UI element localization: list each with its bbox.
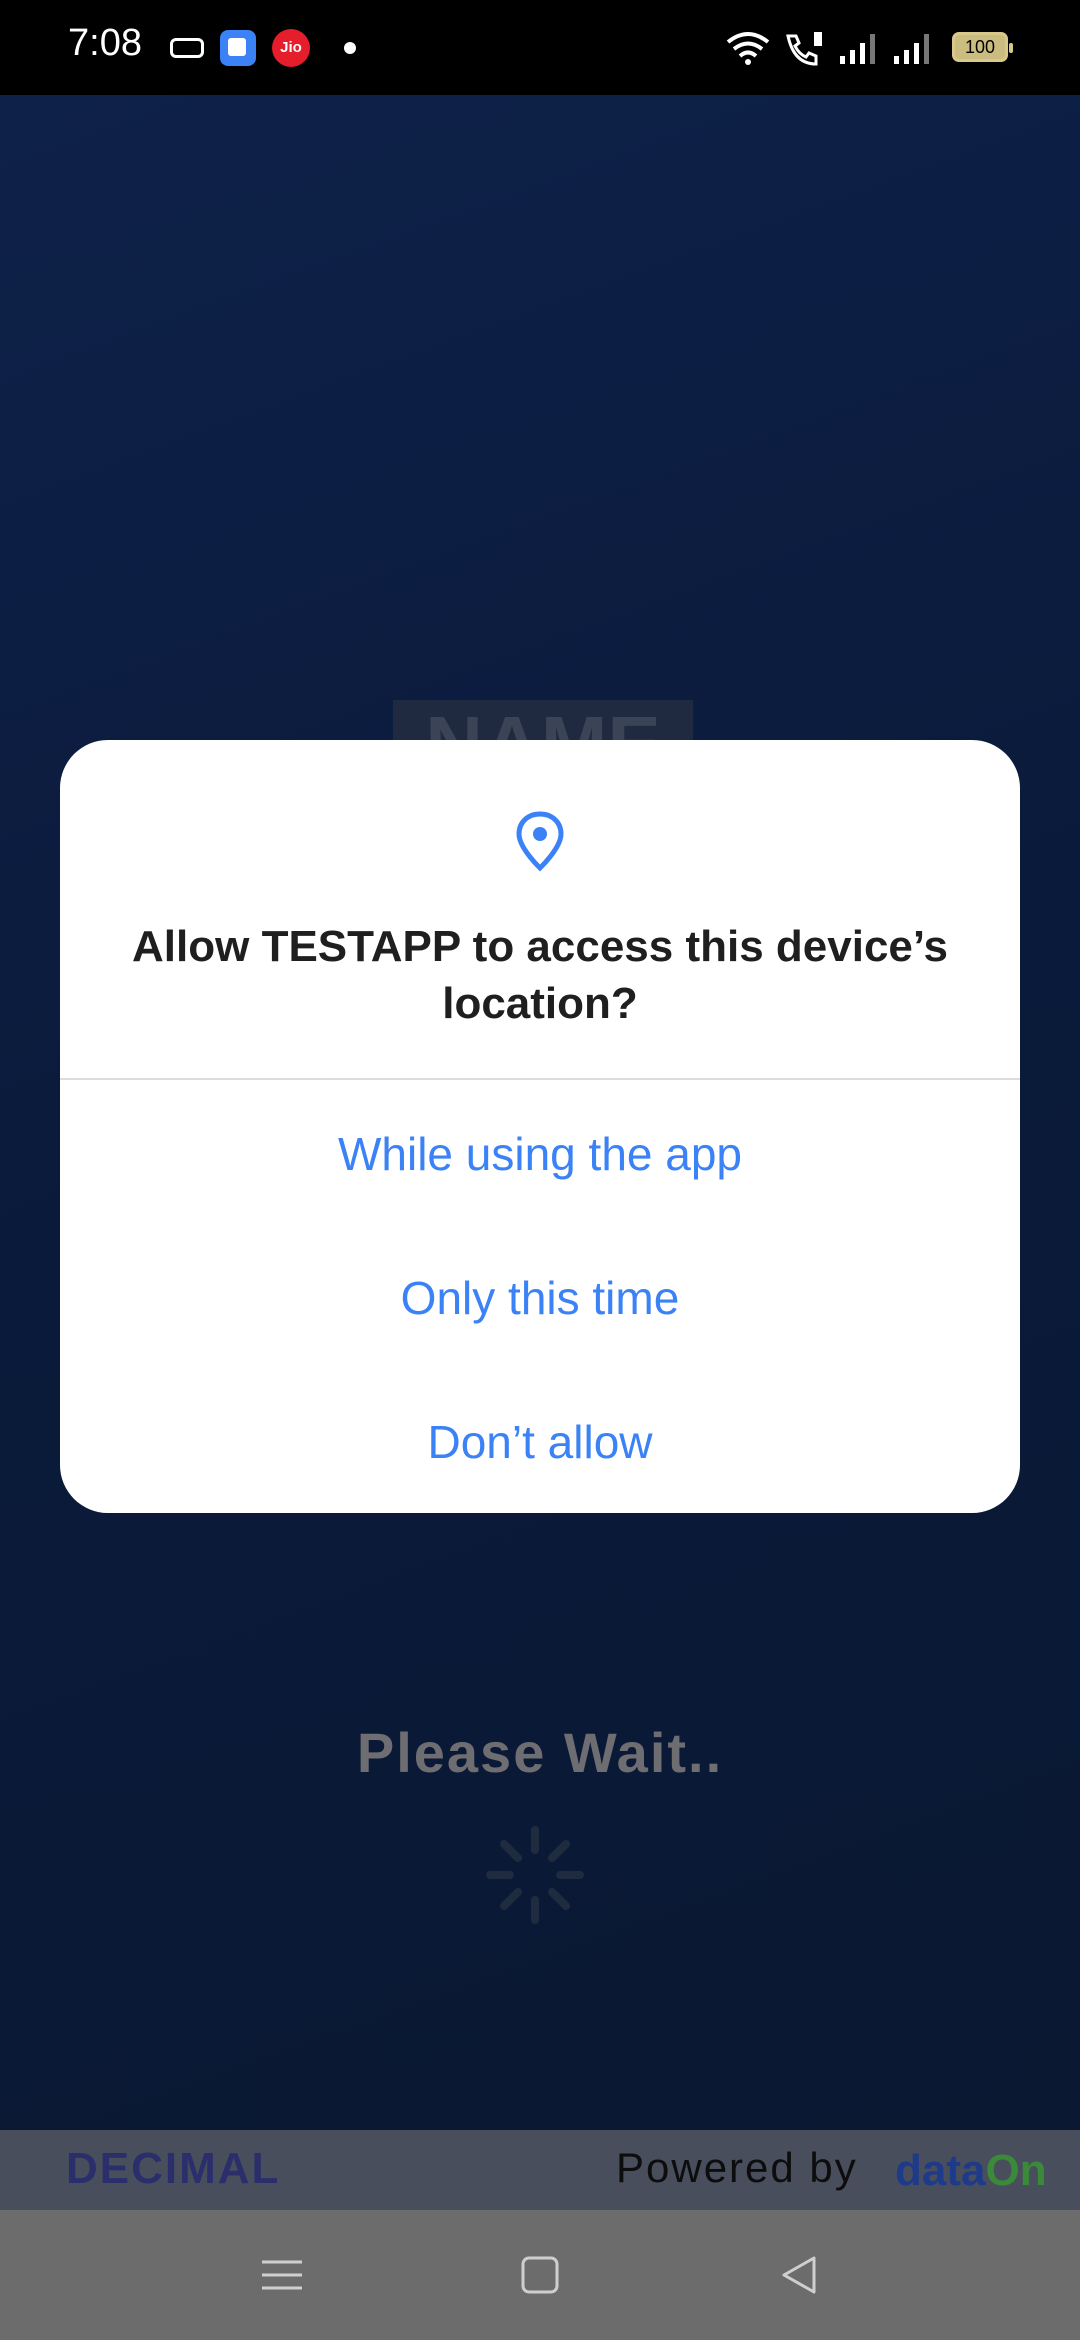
dialog-title: Allow TESTAPP to access this device’s lo… (132, 922, 948, 1028)
dataon-logo-part-a: data (895, 2146, 986, 2195)
loading-text: Please Wait.. (356, 1721, 724, 1784)
wifi-icon (726, 32, 770, 65)
back-icon[interactable] (770, 2250, 830, 2300)
wifi-call-icon (786, 32, 822, 66)
dataon-logo: dataOn (895, 2146, 1047, 2196)
only-this-time-button[interactable]: Only this time (60, 1238, 1020, 1358)
location-pin-icon (516, 811, 564, 872)
powered-by-text: Powered by (616, 2144, 858, 2191)
dont-allow-button[interactable]: Don’t allow (60, 1382, 1020, 1502)
decimal-logo: DECIMAL (66, 2144, 281, 2193)
dot-icon (344, 42, 356, 54)
loading-spinner-icon (486, 1826, 584, 1924)
while-using-app-button[interactable]: While using the app (60, 1094, 1020, 1214)
jio-icon: Jio (272, 29, 310, 67)
app-icon (220, 30, 256, 66)
dataon-logo-part-b: On (985, 2146, 1047, 2195)
battery-icon: 100 (952, 32, 1013, 62)
signal-icon-2 (894, 34, 929, 64)
home-icon[interactable] (510, 2250, 570, 2300)
location-permission-dialog: Allow TESTAPP to access this device’s lo… (60, 740, 1020, 1513)
signal-icon-1 (840, 34, 875, 64)
notification-icon (170, 38, 204, 58)
dialog-divider (60, 1078, 1020, 1080)
menu-icon[interactable] (252, 2250, 312, 2300)
status-bar: 7:08 Jio 100 (0, 0, 1080, 95)
status-time: 7:08 (68, 22, 142, 64)
